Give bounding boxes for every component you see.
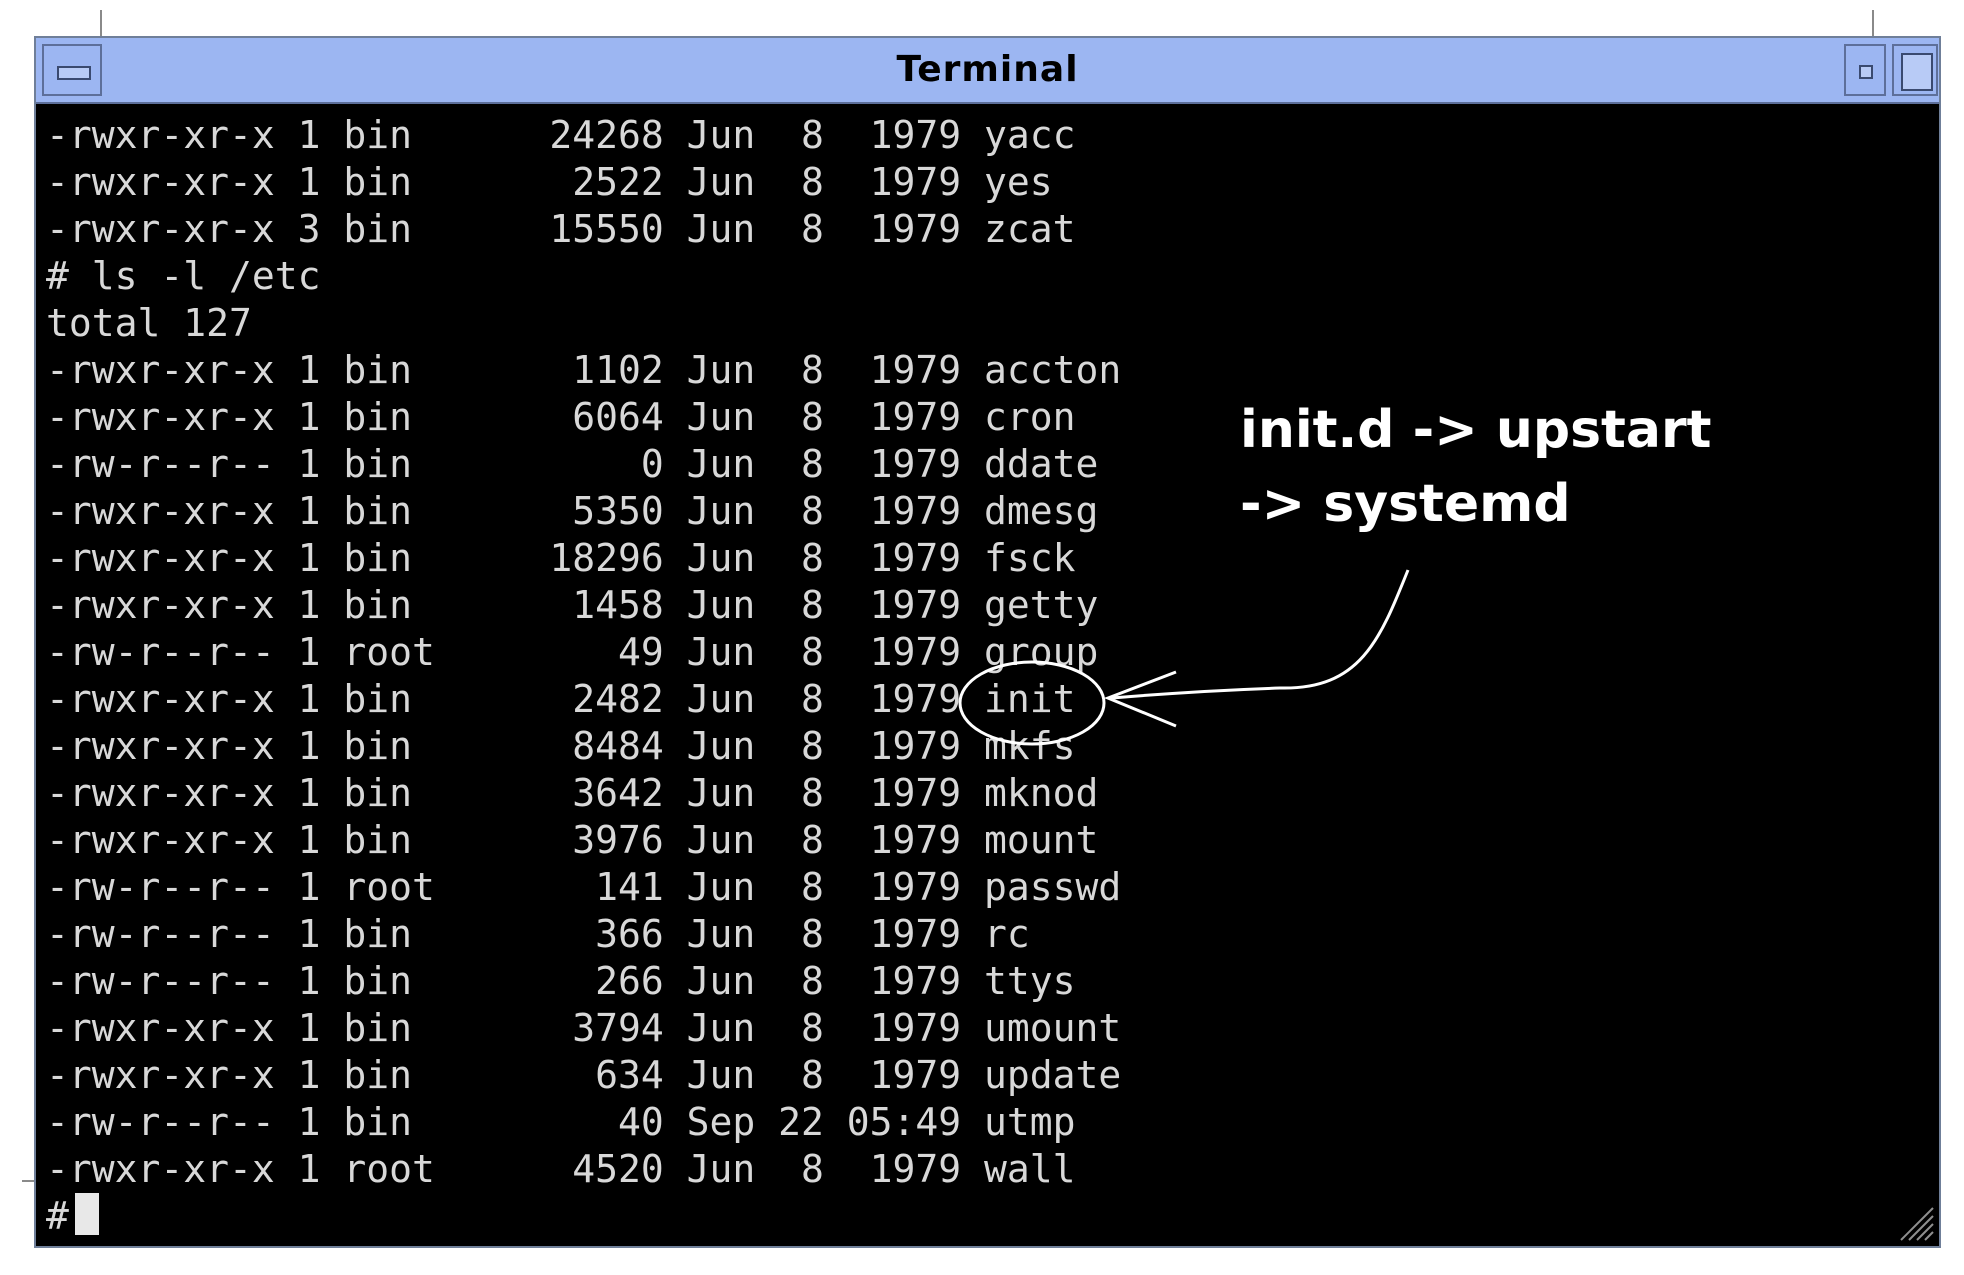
maximize-icon	[1901, 53, 1933, 91]
minimize-button[interactable]	[1844, 44, 1886, 96]
terminal-line: total 127	[46, 301, 252, 345]
terminal-line: -rw-r--r-- 1 root 49 Jun 8 1979 group	[46, 630, 1099, 674]
maximize-button[interactable]	[1892, 44, 1938, 96]
terminal-line: -rw-r--r-- 1 bin 266 Jun 8 1979 ttys	[46, 959, 1076, 1003]
terminal-line: -rwxr-xr-x 1 bin 18296 Jun 8 1979 fsck	[46, 536, 1076, 580]
terminal-line: -rw-r--r-- 1 bin 40 Sep 22 05:49 utmp	[46, 1100, 1076, 1144]
text-cursor	[74, 1193, 99, 1235]
terminal-line: -rwxr-xr-x 1 bin 2482 Jun 8 1979 init	[46, 677, 1076, 721]
command-prompt[interactable]: #	[46, 1193, 99, 1240]
annotation-text-line1: init.d -> upstart	[1240, 400, 1712, 460]
terminal-line: -rw-r--r-- 1 root 141 Jun 8 1979 passwd	[46, 865, 1122, 909]
terminal-line: -rwxr-xr-x 1 bin 6064 Jun 8 1979 cron	[46, 395, 1076, 439]
terminal-line: -rwxr-xr-x 1 bin 1458 Jun 8 1979 getty	[46, 583, 1099, 627]
minimize-icon	[1859, 65, 1873, 79]
terminal-line: -rwxr-xr-x 1 bin 2522 Jun 8 1979 yes	[46, 160, 1053, 204]
terminal-line: -rwxr-xr-x 1 bin 8484 Jun 8 1979 mkfs	[46, 724, 1076, 768]
prompt-symbol: #	[46, 1194, 69, 1238]
resize-grip-icon[interactable]	[1895, 1202, 1935, 1242]
terminal-line: # ls -l /etc	[46, 254, 321, 298]
terminal-line: -rwxr-xr-x 1 bin 3642 Jun 8 1979 mknod	[46, 771, 1099, 815]
terminal-line: -rw-r--r-- 1 bin 0 Jun 8 1979 ddate	[46, 442, 1099, 486]
terminal-screen[interactable]: -rwxr-xr-x 1 bin 24268 Jun 8 1979 yacc -…	[46, 112, 1926, 1240]
terminal-line: -rwxr-xr-x 1 bin 634 Jun 8 1979 update	[46, 1053, 1122, 1097]
terminal-line: -rwxr-xr-x 1 bin 3794 Jun 8 1979 umount	[46, 1006, 1122, 1050]
terminal-line: -rw-r--r-- 1 bin 366 Jun 8 1979 rc	[46, 912, 1030, 956]
terminal-line: -rwxr-xr-x 1 bin 24268 Jun 8 1979 yacc	[46, 113, 1076, 157]
terminal-window: Terminal -rwxr-xr-x 1 bin 24268 Jun 8 19…	[34, 36, 1941, 1248]
terminal-line: -rwxr-xr-x 3 bin 15550 Jun 8 1979 zcat	[46, 207, 1076, 251]
terminal-line: -rwxr-xr-x 1 bin 3976 Jun 8 1979 mount	[46, 818, 1099, 862]
terminal-line: -rwxr-xr-x 1 bin 1102 Jun 8 1979 accton	[46, 348, 1122, 392]
window-title: Terminal	[896, 49, 1079, 90]
title-bar[interactable]: Terminal	[36, 38, 1939, 104]
terminal-line: -rwxr-xr-x 1 bin 5350 Jun 8 1979 dmesg	[46, 489, 1099, 533]
annotation-text-line2: -> systemd	[1240, 474, 1571, 534]
terminal-line: -rwxr-xr-x 1 root 4520 Jun 8 1979 wall	[46, 1147, 1076, 1191]
